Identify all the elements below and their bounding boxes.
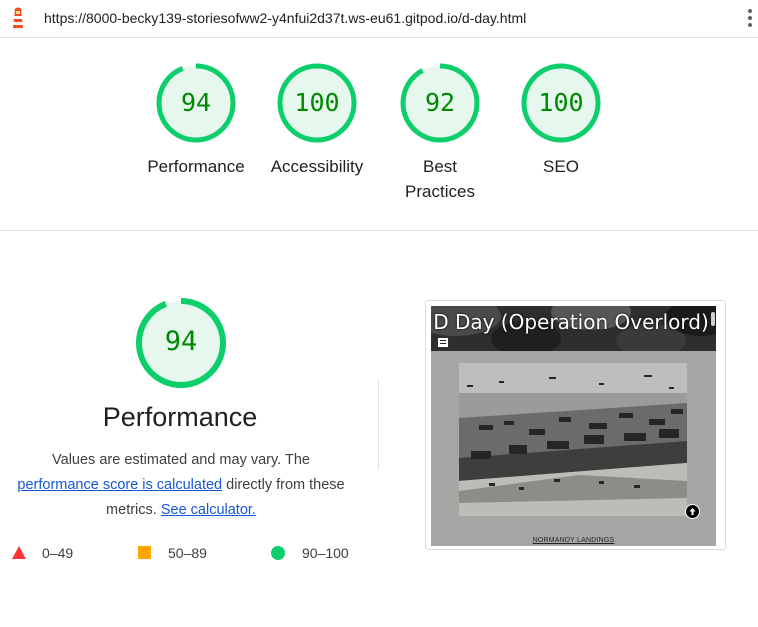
legend-range: 90–100 <box>302 545 349 561</box>
performance-gauge-large: 94 <box>133 295 229 391</box>
lighthouse-logo-icon <box>13 7 23 28</box>
url-text[interactable]: https://8000-becky139-storiesofww2-y4nfu… <box>44 10 526 26</box>
more-options-icon[interactable] <box>747 9 753 29</box>
gauge-accessibility[interactable]: 100 Accessibility <box>265 61 369 179</box>
site-header: D Day (Operation Overlord) <box>431 306 716 351</box>
gauge-score: 100 <box>294 88 340 117</box>
performance-title: Performance <box>102 402 258 432</box>
column-divider <box>378 380 379 470</box>
gauge-seo[interactable]: 100 SEO <box>509 61 613 179</box>
desc-text: Values are estimated and may vary. The <box>52 452 310 468</box>
square-icon <box>138 546 151 559</box>
gauge-score: 92 <box>424 88 456 117</box>
see-calculator-link[interactable]: See calculator. <box>161 502 256 518</box>
gauge-score: 94 <box>180 88 212 117</box>
gauge-score: 94 <box>164 326 198 357</box>
gauge-label: Performance <box>147 157 245 176</box>
normandy-landings-photo <box>459 363 687 516</box>
gauge-label: Best Practices <box>405 157 475 201</box>
gauge-label: SEO <box>543 157 579 176</box>
performance-description: Values are estimated and may vary. The p… <box>10 448 352 523</box>
photo-caption: NORMANDY LANDINGS <box>532 537 615 544</box>
circle-icon <box>271 546 285 560</box>
gauge-label: Accessibility <box>270 157 364 176</box>
site-title: D Day (Operation Overlord) <box>433 310 709 334</box>
section-divider <box>0 230 758 231</box>
address-bar: https://8000-becky139-storiesofww2-y4nfu… <box>0 0 758 38</box>
legend-range: 0–49 <box>42 545 74 561</box>
menu-icon <box>437 337 449 348</box>
score-calculated-link[interactable]: performance score is calculated <box>17 477 222 493</box>
legend-range: 50–89 <box>168 545 207 561</box>
gauge-score: 100 <box>538 88 584 117</box>
final-screenshot[interactable]: D Day (Operation Overlord) NORMANDY LAND… <box>431 306 716 546</box>
gauge-performance[interactable]: 94 Performance <box>144 61 248 179</box>
scrollbar <box>711 312 715 326</box>
back-to-top-icon[interactable] <box>685 504 700 519</box>
gauge-best-practices[interactable]: 92 Best Practices <box>397 61 483 204</box>
triangle-icon <box>12 546 26 559</box>
